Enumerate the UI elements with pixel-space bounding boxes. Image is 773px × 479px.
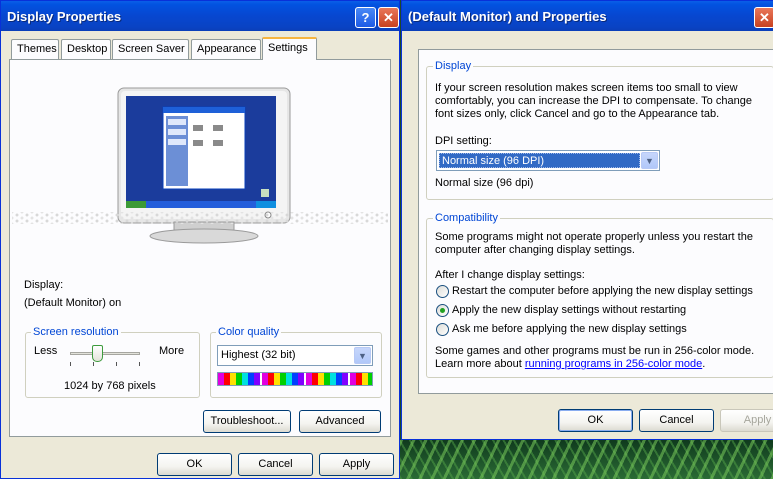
monitor-properties-titlebar[interactable]: (Default Monitor) and Properties: [402, 1, 773, 31]
restart-computer-label[interactable]: Restart the computer before applying the…: [452, 285, 753, 297]
monitor-properties-window: (Default Monitor) and Properties ✕ Displ…: [401, 0, 773, 440]
color-quality-select[interactable]: Highest (32 bit) ▼: [217, 345, 373, 366]
tab-screen-saver[interactable]: Screen Saver: [112, 39, 189, 59]
slider-tick: [139, 362, 140, 366]
dpi-setting-select[interactable]: Normal size (96 DPI) ▼: [436, 150, 660, 171]
compatibility-description: Some programs might not operate properly…: [435, 231, 753, 256]
display-label: Display:: [24, 279, 64, 291]
chevron-down-icon[interactable]: ▼: [354, 347, 371, 364]
cancel-button[interactable]: Cancel: [238, 453, 313, 476]
dpi-setting-value: Normal size (96 DPI): [439, 153, 640, 168]
help-button[interactable]: ?: [355, 7, 376, 28]
display-group: Display If your screen resolution makes …: [426, 60, 773, 200]
resolution-value: 1024 by 768 pixels: [64, 380, 156, 392]
color-quality-group: Color quality Highest (32 bit) ▼: [210, 326, 382, 398]
window-title: (Default Monitor) and Properties: [408, 9, 607, 24]
slider-tick: [70, 362, 71, 366]
apply-button[interactable]: Apply: [720, 409, 773, 432]
display-properties-titlebar[interactable]: Display Properties: [1, 1, 399, 31]
dpi-description: If your screen resolution makes screen i…: [435, 82, 752, 120]
ask-before-applying-radio[interactable]: [436, 323, 449, 336]
tab-appearance[interactable]: Appearance: [191, 39, 261, 59]
slider-thumb[interactable]: [92, 345, 103, 362]
slider-track: [70, 352, 140, 355]
color-spectrum-bar: [217, 372, 373, 386]
desktop-wallpaper: [400, 440, 773, 479]
cancel-button[interactable]: Cancel: [639, 409, 714, 432]
ask-before-applying-label[interactable]: Ask me before applying the new display s…: [452, 323, 687, 335]
slider-tick: [116, 362, 117, 366]
screen-resolution-group: Screen resolution Less More 1024 by 768 …: [25, 326, 200, 398]
tab-settings[interactable]: Settings: [262, 37, 317, 60]
256-color-mode-link[interactable]: running programs in 256-color mode: [525, 358, 702, 370]
apply-without-restart-radio[interactable]: [436, 304, 449, 317]
dpi-setting-label: DPI setting:: [435, 135, 492, 147]
restart-computer-radio[interactable]: [436, 285, 449, 298]
apply-without-restart-label[interactable]: Apply the new display settings without r…: [452, 304, 686, 316]
close-button[interactable]: ✕: [754, 7, 773, 28]
compatibility-group: Compatibility Some programs might not op…: [426, 212, 773, 378]
chevron-down-icon[interactable]: ▼: [641, 152, 658, 169]
tab-desktop[interactable]: Desktop: [61, 39, 111, 59]
ok-button[interactable]: OK: [558, 409, 633, 432]
slider-tick: [93, 362, 94, 366]
preview-divider: [12, 212, 388, 224]
general-tab-panel: Display If your screen resolution makes …: [418, 49, 773, 394]
dpi-value-text: Normal size (96 dpi): [435, 177, 534, 189]
settings-tab-panel: Display: (Default Monitor) on Screen res…: [9, 59, 391, 437]
close-button[interactable]: ✕: [378, 7, 399, 28]
screen-resolution-label: Screen resolution: [31, 326, 121, 338]
ok-button[interactable]: OK: [157, 453, 232, 476]
tab-themes[interactable]: Themes: [11, 39, 59, 59]
display-group-label: Display: [433, 60, 474, 72]
window-title: Display Properties: [7, 9, 122, 24]
advanced-button[interactable]: Advanced: [299, 410, 381, 433]
color-quality-label: Color quality: [216, 326, 282, 338]
256-color-note: Some games and other programs must be ru…: [435, 345, 755, 370]
display-properties-window: Display Properties ? ✕ Themes Desktop Sc…: [0, 0, 400, 479]
apply-button[interactable]: Apply: [319, 453, 394, 476]
slider-less-label: Less: [34, 345, 58, 357]
display-value: (Default Monitor) on: [24, 297, 122, 309]
slider-more-label: More: [159, 345, 185, 357]
color-quality-value: Highest (32 bit): [221, 349, 296, 361]
resolution-slider[interactable]: [70, 345, 140, 367]
after-change-label: After I change display settings:: [435, 269, 585, 281]
compatibility-group-label: Compatibility: [433, 212, 500, 224]
troubleshoot-button[interactable]: Troubleshoot...: [203, 410, 291, 433]
